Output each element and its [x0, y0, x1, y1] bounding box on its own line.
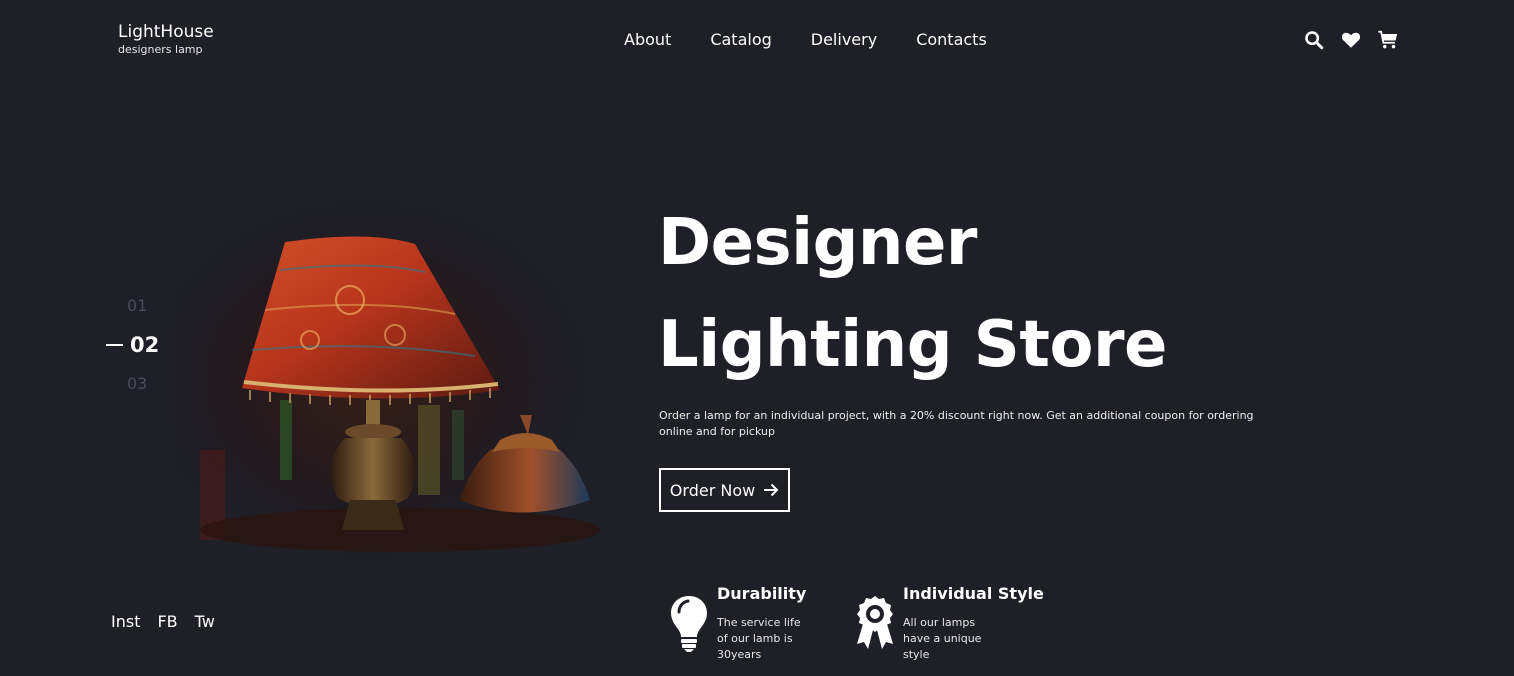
- feature-durability-text-block: Durability The service life of our lamb …: [717, 584, 806, 663]
- hero-title: Designer Lighting Store: [658, 192, 1218, 396]
- heart-icon[interactable]: [1340, 29, 1362, 51]
- feature-text: The service life of our lamb is 30years: [717, 616, 801, 661]
- lightbulb-icon: [671, 596, 707, 652]
- active-slide-dash: [106, 344, 123, 346]
- social-link-instagram[interactable]: Inst: [111, 612, 140, 632]
- feature-title: Individual Style: [903, 584, 1044, 603]
- arrow-right-icon: [764, 483, 779, 497]
- slide-number-1[interactable]: 01: [127, 296, 147, 316]
- active-slide-label: 02: [130, 333, 160, 357]
- cart-icon[interactable]: [1377, 29, 1399, 51]
- social-links: Inst FB Tw: [111, 612, 232, 632]
- social-link-facebook[interactable]: FB: [157, 612, 177, 632]
- logo-title: LightHouse: [118, 22, 214, 42]
- hero-lamp-image: [170, 200, 610, 560]
- award-badge-icon: [857, 596, 893, 649]
- landing-page: LightHouse designers lamp About Catalog …: [0, 0, 1514, 676]
- nav-item-catalog[interactable]: Catalog: [710, 30, 771, 50]
- nav-item-about[interactable]: About: [624, 30, 671, 50]
- logo-subtitle: designers lamp: [118, 43, 203, 56]
- hero-title-line-2: Lighting Store: [658, 308, 1167, 382]
- feature-style-text-block: Individual Style All our lamps have a un…: [903, 584, 1044, 663]
- order-now-button[interactable]: Order Now: [659, 468, 790, 512]
- feature-durability: Durability The service life of our lamb …: [669, 584, 806, 663]
- logo[interactable]: LightHouse designers lamp: [118, 22, 214, 57]
- slide-number-2-active[interactable]: 02: [106, 332, 159, 358]
- search-icon[interactable]: [1303, 29, 1325, 51]
- main-nav: About Catalog Delivery Contacts: [624, 30, 1026, 50]
- feature-individual-style: Individual Style All our lamps have a un…: [855, 584, 1044, 663]
- social-link-twitter[interactable]: Tw: [195, 612, 215, 632]
- nav-item-contacts[interactable]: Contacts: [916, 30, 987, 50]
- hero-description: Order a lamp for an individual project, …: [659, 409, 1254, 438]
- hero-title-line-1: Designer: [658, 206, 977, 280]
- nav-item-delivery[interactable]: Delivery: [811, 30, 877, 50]
- header-actions: [1303, 29, 1399, 51]
- slide-number-3[interactable]: 03: [127, 374, 147, 394]
- order-now-label: Order Now: [669, 480, 756, 500]
- feature-title: Durability: [717, 584, 807, 603]
- feature-text: All our lamps have a unique style: [903, 616, 982, 661]
